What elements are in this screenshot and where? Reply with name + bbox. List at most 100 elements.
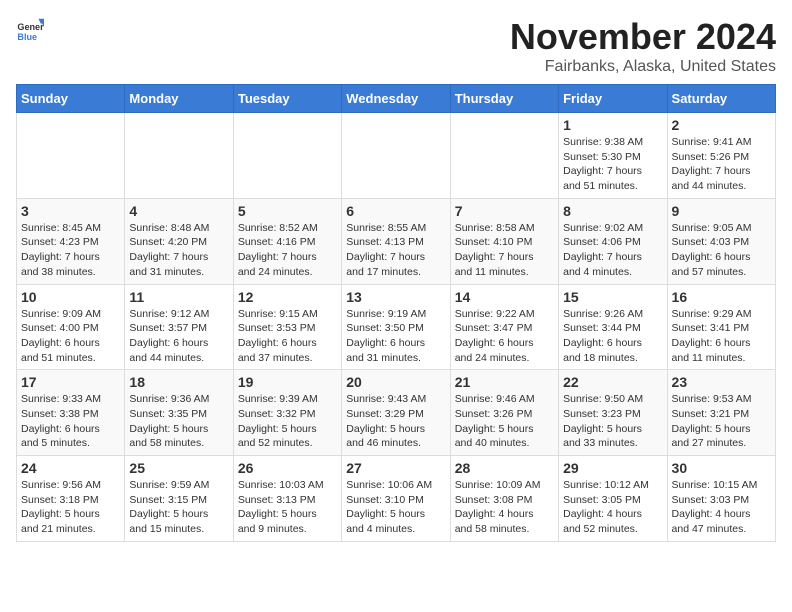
calendar-day-cell: 15Sunrise: 9:26 AM Sunset: 3:44 PM Dayli…: [559, 284, 667, 370]
day-info: Sunrise: 9:38 AM Sunset: 5:30 PM Dayligh…: [563, 135, 662, 194]
calendar-day-cell: 7Sunrise: 8:58 AM Sunset: 4:10 PM Daylig…: [450, 198, 558, 284]
calendar-day-cell: [233, 113, 341, 199]
page-header: General Blue November 2024 Fairbanks, Al…: [16, 16, 776, 76]
day-number: 16: [672, 289, 771, 305]
day-info: Sunrise: 9:46 AM Sunset: 3:26 PM Dayligh…: [455, 392, 554, 451]
day-of-week-header: Tuesday: [233, 85, 341, 113]
day-of-week-header: Thursday: [450, 85, 558, 113]
day-number: 20: [346, 374, 445, 390]
calendar-day-cell: 29 Sunrise: 10:12 AM Sunset: 3:05 PM Dayl…: [559, 456, 667, 542]
day-number: 28: [455, 460, 554, 476]
calendar-day-cell: 8 Sunrise: 9:02 AM Sunset: 4:06 PM Daylig…: [559, 198, 667, 284]
day-number: 19: [238, 374, 337, 390]
day-number: 24: [21, 460, 120, 476]
calendar-day-cell: 17 Sunrise: 9:33 AM Sunset: 3:38 PM Dayli…: [17, 370, 125, 456]
calendar-day-cell: [17, 113, 125, 199]
day-number: 9: [672, 203, 771, 219]
day-of-week-header: Friday: [559, 85, 667, 113]
calendar-day-cell: 18Sunrise: 9:36 AM Sunset: 3:35 PM Dayli…: [125, 370, 233, 456]
day-number: 17: [21, 374, 120, 390]
day-info: Sunrise: 9:12 AM Sunset: 3:57 PM Dayligh…: [129, 307, 228, 366]
day-number: 7: [455, 203, 554, 219]
day-number: 18: [129, 374, 228, 390]
day-number: 22: [563, 374, 662, 390]
calendar-day-cell: 20 Sunrise: 9:43 AM Sunset: 3:29 PM Dayli…: [342, 370, 450, 456]
day-info: Sunrise: 9:19 AM Sunset: 3:50 PM Dayligh…: [346, 307, 445, 366]
day-number: 21: [455, 374, 554, 390]
day-info: Sunrise: 9:29 AM Sunset: 3:41 PM Dayligh…: [672, 307, 771, 366]
calendar-day-cell: [450, 113, 558, 199]
day-number: 11: [129, 289, 228, 305]
logo: General Blue: [16, 16, 44, 44]
day-number: 27: [346, 460, 445, 476]
svg-text:General: General: [17, 22, 44, 32]
calendar-table: SundayMondayTuesdayWednesdayThursdayFrid…: [16, 84, 776, 542]
day-info: Sunrise: 9:56 AM Sunset: 3:18 PM Dayligh…: [21, 478, 120, 537]
day-info: Sunrise: 10:06 AM Sunset: 3:10 PM Daylig…: [346, 478, 445, 537]
day-info: Sunrise: 8:48 AM Sunset: 4:20 PM Dayligh…: [129, 221, 228, 280]
day-info: Sunrise: 8:52 AM Sunset: 4:16 PM Dayligh…: [238, 221, 337, 280]
calendar-day-cell: 12 Sunrise: 9:15 AM Sunset: 3:53 PM Dayli…: [233, 284, 341, 370]
calendar-day-cell: 28 Sunrise: 10:09 AM Sunset: 3:08 PM Dayl…: [450, 456, 558, 542]
day-number: 8: [563, 203, 662, 219]
day-info: Sunrise: 9:09 AM Sunset: 4:00 PM Dayligh…: [21, 307, 120, 366]
day-info: Sunrise: 9:59 AM Sunset: 3:15 PM Dayligh…: [129, 478, 228, 537]
day-number: 5: [238, 203, 337, 219]
day-info: Sunrise: 9:50 AM Sunset: 3:23 PM Dayligh…: [563, 392, 662, 451]
calendar-day-cell: 22 Sunrise: 9:50 AM Sunset: 3:23 PM Dayli…: [559, 370, 667, 456]
calendar-day-cell: 4Sunrise: 8:48 AM Sunset: 4:20 PM Daylig…: [125, 198, 233, 284]
day-number: 6: [346, 203, 445, 219]
day-number: 2: [672, 117, 771, 133]
calendar-day-cell: [125, 113, 233, 199]
calendar-day-cell: 16 Sunrise: 9:29 AM Sunset: 3:41 PM Dayli…: [667, 284, 775, 370]
day-info: Sunrise: 10:12 AM Sunset: 3:05 PM Daylig…: [563, 478, 662, 537]
calendar-day-cell: 6 Sunrise: 8:55 AM Sunset: 4:13 PM Daylig…: [342, 198, 450, 284]
day-info: Sunrise: 9:43 AM Sunset: 3:29 PM Dayligh…: [346, 392, 445, 451]
calendar-day-cell: 13 Sunrise: 9:19 AM Sunset: 3:50 PM Dayli…: [342, 284, 450, 370]
day-number: 14: [455, 289, 554, 305]
calendar-week-row: 10 Sunrise: 9:09 AM Sunset: 4:00 PM Dayli…: [17, 284, 776, 370]
day-info: Sunrise: 9:33 AM Sunset: 3:38 PM Dayligh…: [21, 392, 120, 451]
day-info: Sunrise: 9:39 AM Sunset: 3:32 PM Dayligh…: [238, 392, 337, 451]
calendar-day-cell: 19 Sunrise: 9:39 AM Sunset: 3:32 PM Dayli…: [233, 370, 341, 456]
calendar-day-cell: 30 Sunrise: 10:15 AM Sunset: 3:03 PM Dayl…: [667, 456, 775, 542]
calendar-day-cell: 2 Sunrise: 9:41 AM Sunset: 5:26 PM Daylig…: [667, 113, 775, 199]
calendar-day-cell: 10 Sunrise: 9:09 AM Sunset: 4:00 PM Dayli…: [17, 284, 125, 370]
calendar-day-cell: 24 Sunrise: 9:56 AM Sunset: 3:18 PM Dayli…: [17, 456, 125, 542]
calendar-day-cell: [342, 113, 450, 199]
day-number: 25: [129, 460, 228, 476]
calendar-day-cell: 26Sunrise: 10:03 AM Sunset: 3:13 PM Dayl…: [233, 456, 341, 542]
day-of-week-header: Saturday: [667, 85, 775, 113]
calendar-day-cell: 14Sunrise: 9:22 AM Sunset: 3:47 PM Dayli…: [450, 284, 558, 370]
calendar-day-cell: 3Sunrise: 8:45 AM Sunset: 4:23 PM Daylig…: [17, 198, 125, 284]
day-info: Sunrise: 9:26 AM Sunset: 3:44 PM Dayligh…: [563, 307, 662, 366]
day-number: 26: [238, 460, 337, 476]
month-title: November 2024: [510, 16, 776, 58]
location-title: Fairbanks, Alaska, United States: [510, 58, 776, 76]
day-info: Sunrise: 10:15 AM Sunset: 3:03 PM Daylig…: [672, 478, 771, 537]
day-number: 30: [672, 460, 771, 476]
day-number: 10: [21, 289, 120, 305]
calendar-week-row: 17 Sunrise: 9:33 AM Sunset: 3:38 PM Dayli…: [17, 370, 776, 456]
calendar-day-cell: 23 Sunrise: 9:53 AM Sunset: 3:21 PM Dayli…: [667, 370, 775, 456]
calendar-day-cell: 11 Sunrise: 9:12 AM Sunset: 3:57 PM Dayli…: [125, 284, 233, 370]
day-info: Sunrise: 9:41 AM Sunset: 5:26 PM Dayligh…: [672, 135, 771, 194]
day-number: 29: [563, 460, 662, 476]
calendar-week-row: 24 Sunrise: 9:56 AM Sunset: 3:18 PM Dayli…: [17, 456, 776, 542]
day-info: Sunrise: 9:53 AM Sunset: 3:21 PM Dayligh…: [672, 392, 771, 451]
day-number: 12: [238, 289, 337, 305]
day-info: Sunrise: 8:55 AM Sunset: 4:13 PM Dayligh…: [346, 221, 445, 280]
day-number: 3: [21, 203, 120, 219]
day-number: 13: [346, 289, 445, 305]
day-number: 23: [672, 374, 771, 390]
day-of-week-header: Sunday: [17, 85, 125, 113]
day-info: Sunrise: 9:02 AM Sunset: 4:06 PM Dayligh…: [563, 221, 662, 280]
day-info: Sunrise: 10:09 AM Sunset: 3:08 PM Daylig…: [455, 478, 554, 537]
calendar-day-cell: 25 Sunrise: 9:59 AM Sunset: 3:15 PM Dayli…: [125, 456, 233, 542]
calendar-day-cell: 27 Sunrise: 10:06 AM Sunset: 3:10 PM Dayl…: [342, 456, 450, 542]
day-info: Sunrise: 9:15 AM Sunset: 3:53 PM Dayligh…: [238, 307, 337, 366]
logo-icon: General Blue: [16, 16, 44, 44]
day-info: Sunrise: 9:05 AM Sunset: 4:03 PM Dayligh…: [672, 221, 771, 280]
title-area: November 2024 Fairbanks, Alaska, United …: [510, 16, 776, 76]
day-of-week-header: Wednesday: [342, 85, 450, 113]
